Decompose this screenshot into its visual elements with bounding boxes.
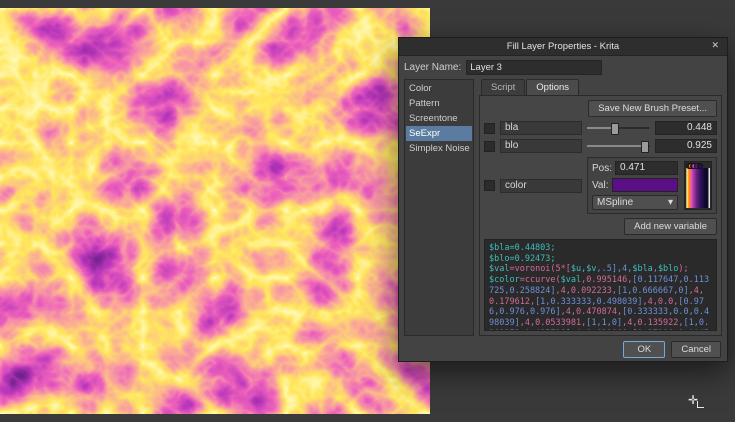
variable-row-blo: blo 0.925 [484, 139, 717, 153]
add-new-variable-button[interactable]: Add new variable [624, 218, 717, 235]
category-item-screentone[interactable]: Screentone [406, 111, 472, 126]
dialog-titlebar[interactable]: Fill Layer Properties - Krita ✕ [399, 38, 727, 56]
blo-slider[interactable] [587, 140, 650, 152]
bla-slider[interactable] [587, 122, 650, 134]
cursor-bracket [697, 401, 704, 408]
bla-checkbox[interactable] [484, 123, 495, 134]
gradient-widget[interactable] [684, 161, 712, 210]
slider-handle[interactable] [611, 123, 619, 135]
color-editor-group: Pos: 0.471 Val: MSpline ▾ [587, 157, 717, 214]
code-line: $bla=0.44803; [489, 243, 712, 254]
tab-options[interactable]: Options [526, 79, 579, 95]
save-preset-row: Save New Brush Preset... [484, 100, 717, 117]
interpolation-value: MSpline [597, 197, 633, 208]
blo-checkbox[interactable] [484, 141, 495, 152]
category-item-color[interactable]: Color [406, 81, 472, 96]
code-line: $color=ccurve($val,0.995146,[0.117647,0.… [489, 275, 712, 331]
tab-bar: Script Options [479, 79, 722, 95]
category-item-simplex-noise[interactable]: Simplex Noise [406, 141, 472, 156]
noise-texture-image [0, 8, 430, 414]
category-item-seexpr[interactable]: SeExpr [406, 126, 472, 141]
color-editor-controls: Pos: 0.471 Val: MSpline ▾ [592, 161, 678, 210]
ok-button[interactable]: OK [623, 341, 665, 358]
content-column: Script Options Save New Brush Preset... … [479, 79, 722, 336]
val-label: Val: [592, 180, 609, 191]
bla-value[interactable]: 0.448 [655, 121, 717, 135]
pos-label: Pos: [592, 163, 612, 174]
close-icon[interactable]: ✕ [708, 39, 722, 52]
code-line: $blo=0.92473; [489, 254, 712, 265]
blo-value[interactable]: 0.925 [655, 139, 717, 153]
color-swatch[interactable] [612, 178, 679, 192]
layer-name-row: Layer Name: [404, 60, 722, 75]
save-new-brush-preset-button[interactable]: Save New Brush Preset... [588, 100, 717, 117]
gradient-stop-marker[interactable] [697, 163, 703, 169]
interpolation-dropdown[interactable]: MSpline ▾ [592, 195, 678, 210]
dialog-footer: OK Cancel [404, 340, 722, 358]
variable-row-color: color Pos: 0.471 Val: [484, 157, 717, 214]
category-item-pattern[interactable]: Pattern [406, 96, 472, 111]
blo-label: blo [500, 139, 582, 153]
slider-fill [587, 145, 645, 147]
category-list: ColorPatternScreentoneSeExprSimplex Nois… [404, 79, 474, 336]
add-variable-row: Add new variable [484, 218, 717, 235]
move-cursor-icon: ✛ [688, 391, 708, 411]
options-panel: Save New Brush Preset... bla 0.448 [479, 95, 722, 336]
script-preview[interactable]: $bla=0.44803;$blo=0.92473;$val=voronoi(5… [484, 239, 717, 331]
dialog-title: Fill Layer Properties - Krita [507, 41, 619, 52]
fill-layer-properties-dialog: Fill Layer Properties - Krita ✕ Layer Na… [398, 37, 728, 362]
cancel-button[interactable]: Cancel [671, 341, 721, 358]
gradient-preview[interactable] [686, 168, 710, 208]
color-checkbox[interactable] [484, 180, 495, 191]
canvas-texture[interactable] [0, 8, 430, 414]
layer-name-label: Layer Name: [404, 62, 461, 73]
main-row: ColorPatternScreentoneSeExprSimplex Nois… [404, 79, 722, 336]
layer-name-input[interactable] [466, 60, 602, 75]
pos-value-input[interactable]: 0.471 [615, 161, 678, 175]
code-line: $val=voronoi(5*[$u,$v,.5],4,$bla,$blo); [489, 264, 712, 275]
slider-handle[interactable] [641, 141, 649, 153]
val-row: Val: [592, 178, 678, 192]
bla-label: bla [500, 121, 582, 135]
pos-row: Pos: 0.471 [592, 161, 678, 175]
variable-row-bla: bla 0.448 [484, 121, 717, 135]
dialog-body: Layer Name: ColorPatternScreentoneSeExpr… [399, 56, 727, 361]
chevron-down-icon: ▾ [668, 197, 673, 208]
color-label: color [500, 179, 582, 193]
tab-script[interactable]: Script [481, 79, 525, 95]
